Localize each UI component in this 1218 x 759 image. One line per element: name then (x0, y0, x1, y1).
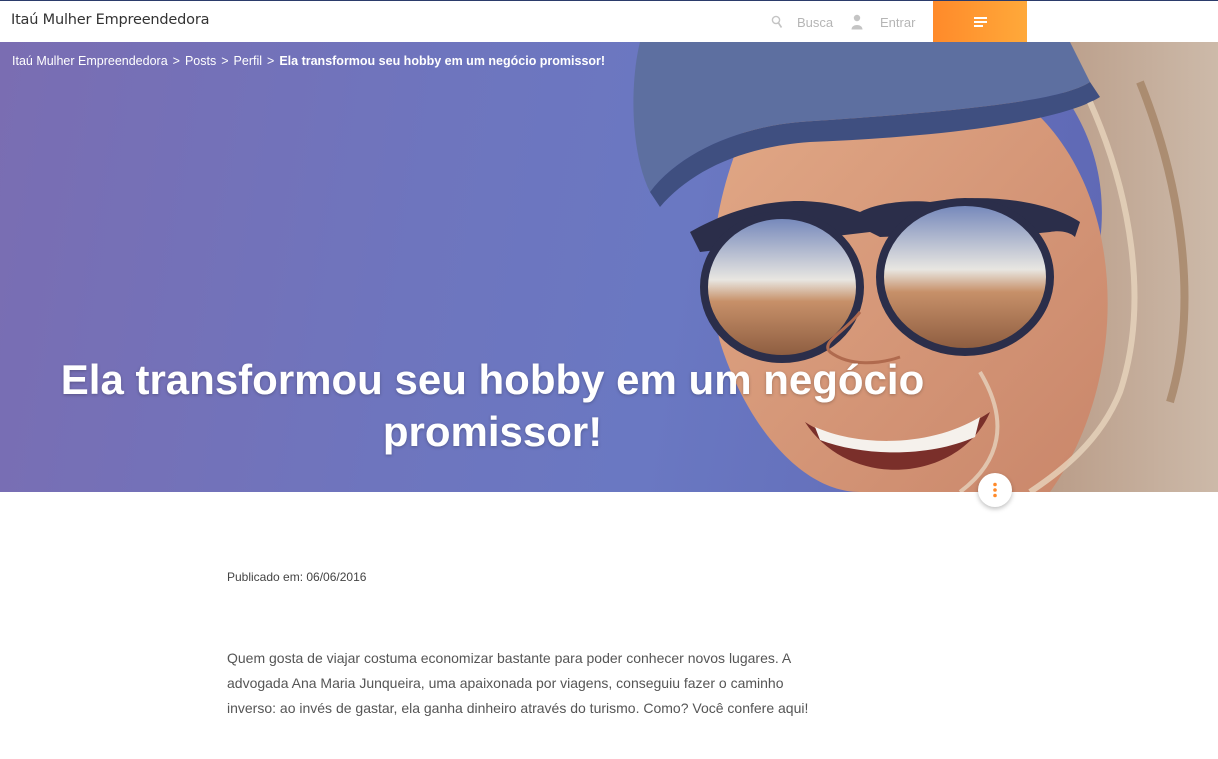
menu-button[interactable] (933, 1, 1027, 43)
login-button[interactable]: Entrar (851, 13, 915, 31)
breadcrumb-separator: > (221, 54, 229, 68)
page-title: Ela transformou seu hobby em um negócio … (0, 354, 985, 458)
published-date: Publicado em: 06/06/2016 (227, 570, 367, 584)
breadcrumb-home[interactable]: Itaú Mulher Empreendedora (12, 54, 168, 68)
search-label: Busca (797, 14, 834, 30)
article-intro: Quem gosta de viajar costuma economizar … (227, 650, 809, 716)
brand-logo-text[interactable]: Itaú Mulher Empreendedora (11, 12, 209, 28)
breadcrumb-separator: > (267, 54, 275, 68)
top-header: Itaú Mulher Empreendedora Busca Entrar (0, 0, 1218, 43)
page-title-line-2: promissor! (382, 408, 603, 455)
search-button[interactable]: Busca (771, 13, 833, 31)
breadcrumb-current: Ela transformou seu hobby em um negócio … (279, 54, 606, 68)
breadcrumb-posts[interactable]: Posts (185, 54, 216, 68)
login-label: Entrar (880, 14, 916, 30)
vertical-dots-icon (993, 482, 997, 498)
page-title-line-1: Ela transformou seu hobby em um negócio (60, 356, 925, 403)
share-button[interactable] (978, 473, 1012, 507)
breadcrumb-separator: > (172, 54, 180, 68)
breadcrumb: Itaú Mulher Empreendedora > Posts > Perfil > E… (12, 54, 605, 68)
user-icon (851, 14, 863, 30)
hamburger-menu-icon (973, 17, 987, 27)
hero-banner: Itaú Mulher Empreendedora > Posts > Perfil > E… (0, 42, 1218, 492)
search-icon (771, 15, 783, 28)
breadcrumb-perfil[interactable]: Perfil (234, 54, 262, 68)
